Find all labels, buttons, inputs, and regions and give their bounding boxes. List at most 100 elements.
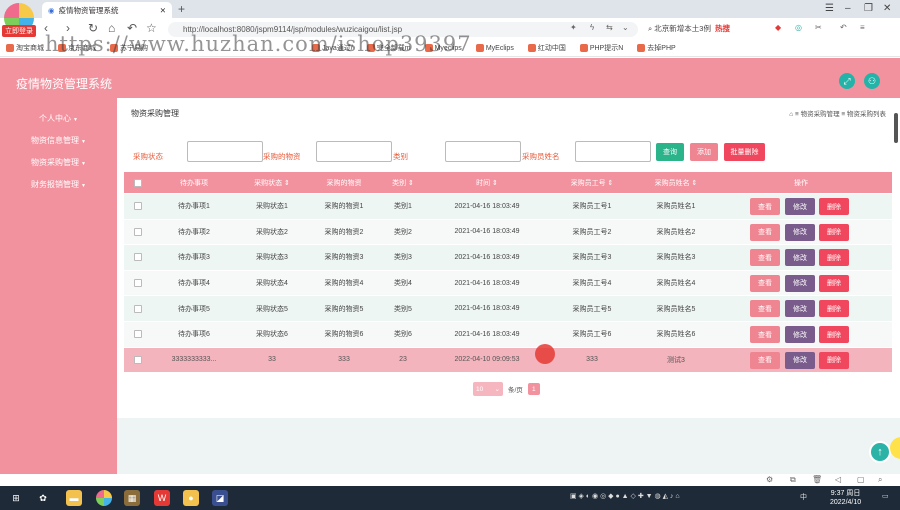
select-all-checkbox[interactable] xyxy=(132,172,144,193)
bookmark-item[interactable]: 淘宝商城 xyxy=(6,43,44,53)
view-button[interactable]: 查看 xyxy=(750,198,780,215)
view-button[interactable]: 查看 xyxy=(750,223,780,241)
delete-button[interactable]: 删除 xyxy=(819,274,849,292)
volume-icon[interactable]: ◁ xyxy=(835,475,841,484)
fullscreen-icon[interactable]: ⤢ xyxy=(839,73,855,89)
trash-icon[interactable]: 🗑 xyxy=(812,475,822,484)
status-filter-input[interactable] xyxy=(187,141,263,162)
sidebar-item-purchase[interactable]: 物资采购管理 ▼ xyxy=(0,157,117,168)
row-checkbox[interactable] xyxy=(132,194,144,219)
buyer-filter-input[interactable] xyxy=(575,141,651,162)
page-number[interactable]: 1 xyxy=(527,383,540,395)
edit-button[interactable]: 修改 xyxy=(785,274,815,292)
search-button[interactable]: 查询 xyxy=(656,143,684,161)
wps-icon[interactable]: W xyxy=(154,490,170,506)
game-icon[interactable]: ◆ xyxy=(775,23,781,32)
row-checkbox[interactable] xyxy=(132,322,144,347)
row-checkbox[interactable] xyxy=(132,348,144,373)
window-menu-icon[interactable]: ☰ xyxy=(825,3,834,14)
delete-button[interactable]: 删除 xyxy=(819,249,849,267)
edit-button[interactable]: 修改 xyxy=(785,249,815,267)
bookmark-item[interactable]: MyEclips xyxy=(475,44,514,52)
row-checkbox[interactable] xyxy=(132,220,144,245)
app-icon[interactable]: ● xyxy=(183,490,199,506)
app-title: 疫情物资管理系统 xyxy=(16,77,113,91)
user-icon[interactable]: ⚇ xyxy=(864,73,880,89)
search-input[interactable]: ⌕ 北京新增本土3例 热搜 xyxy=(648,21,768,37)
edit-button[interactable]: 修改 xyxy=(785,198,815,215)
zoom-icon[interactable]: ⌕ xyxy=(878,475,882,485)
view-button[interactable]: 查看 xyxy=(750,326,780,343)
edit-button[interactable]: 修改 xyxy=(785,300,815,318)
reader-icon[interactable]: ✦ xyxy=(570,23,577,32)
table-cell-category: 23 xyxy=(399,356,407,364)
bookmark-item[interactable]: 红动中国 xyxy=(527,43,566,53)
col-header[interactable]: 类别 ⇕ xyxy=(378,172,428,193)
window-icon[interactable]: ▢ xyxy=(857,475,865,484)
material-filter-input[interactable] xyxy=(316,141,392,162)
delete-button[interactable]: 删除 xyxy=(819,198,849,215)
settings-icon[interactable]: ⚙ xyxy=(766,475,773,484)
add-button[interactable]: 添加 xyxy=(690,143,718,161)
app-icon[interactable]: ✿ xyxy=(35,490,51,506)
close-window-icon[interactable]: ✕ xyxy=(883,3,891,14)
scissors-icon[interactable]: ✂ xyxy=(815,23,822,32)
row-checkbox[interactable] xyxy=(132,245,144,270)
row-checkbox[interactable] xyxy=(132,296,144,321)
app-icon[interactable]: ◪ xyxy=(212,490,228,506)
bookmark-icon xyxy=(475,44,484,52)
bookmark-item[interactable]: PHP提示N xyxy=(579,43,623,53)
windows-start-icon[interactable]: ⊞ xyxy=(8,490,24,506)
minimize-icon[interactable]: – xyxy=(845,3,851,14)
browser-tab[interactable]: ◉ 疫情物资管理系统 ✕ xyxy=(42,2,172,18)
col-header[interactable]: 采购员工号 ⇕ xyxy=(546,172,638,193)
col-header[interactable]: 采购状态 ⇕ xyxy=(234,172,310,193)
view-button[interactable]: 查看 xyxy=(750,274,780,292)
edit-button[interactable]: 修改 xyxy=(785,326,815,343)
scroll-top-icon[interactable]: ↑ xyxy=(869,441,891,463)
tray-icons[interactable]: ▣ ◈ ◐ ◉ ◎ ◆ ● ▲ ◇ ✚ ▼ ◍ ◭ ♪ ⌂ xyxy=(570,492,680,500)
col-header[interactable]: 待办事项 xyxy=(154,172,234,193)
view-button[interactable]: 查看 xyxy=(750,300,780,318)
clock[interactable]: 9:37 周日 2022/4/10 xyxy=(830,489,861,507)
folder-icon[interactable]: ▬ xyxy=(66,490,82,506)
table-cell-name: 测试3 xyxy=(667,356,685,364)
view-button[interactable]: 查看 xyxy=(750,249,780,267)
scrollbar[interactable] xyxy=(894,113,898,143)
delete-button[interactable]: 删除 xyxy=(819,326,849,343)
category-filter-input[interactable] xyxy=(445,141,521,162)
page-size-select[interactable]: 10 ⌄ xyxy=(473,382,503,396)
switch-icon[interactable]: ⇆ xyxy=(606,23,613,32)
col-header[interactable]: 采购的物资 xyxy=(310,172,378,193)
delete-button[interactable]: 删除 xyxy=(819,351,849,369)
edit-button[interactable]: 修改 xyxy=(785,223,815,241)
maximize-icon[interactable]: ❐ xyxy=(864,3,873,14)
lightning-icon[interactable]: ϟ xyxy=(590,23,594,32)
row-checkbox[interactable] xyxy=(132,271,144,296)
delete-button[interactable]: 删除 xyxy=(819,300,849,318)
col-header[interactable]: 时间 ⇕ xyxy=(428,172,546,193)
notification-icon[interactable]: ▭ xyxy=(882,492,889,500)
extension-icon[interactable]: ◎ xyxy=(795,23,802,32)
delete-button[interactable]: 删除 xyxy=(819,223,849,241)
login-badge[interactable]: 立即登录 xyxy=(2,25,36,37)
capture-icon[interactable]: ⧉ xyxy=(790,475,796,485)
edit-button[interactable]: 修改 xyxy=(785,351,815,369)
bookmark-item[interactable]: 去掉PHP xyxy=(637,43,676,53)
dropdown-icon[interactable]: ⌄ xyxy=(622,23,629,32)
menu-icon[interactable]: ≡ xyxy=(860,23,865,32)
chevron-down-icon: ⌄ xyxy=(494,386,500,393)
undo-close-icon[interactable]: ↶ xyxy=(840,23,847,32)
ime-indicator[interactable]: 中 xyxy=(800,492,807,502)
browser-taskbar-icon[interactable] xyxy=(96,490,112,506)
batch-delete-button[interactable]: 批量删除 xyxy=(724,143,765,161)
col-header[interactable]: 采购员姓名 ⇕ xyxy=(638,172,714,193)
sidebar-item-finance[interactable]: 财务报销管理 ▼ xyxy=(0,179,117,190)
sidebar-item-material-info[interactable]: 物资信息管理 ▼ xyxy=(0,135,117,146)
new-tab-icon[interactable]: + xyxy=(178,2,185,16)
table-row: 待办事项1 采购状态1 采购的物资1 类别1 2021-04-16 18:03:49 采购… xyxy=(124,193,892,219)
view-button[interactable]: 查看 xyxy=(750,351,780,369)
sidebar-item-profile[interactable]: 个人中心 ▼ xyxy=(0,113,117,124)
app-icon[interactable]: ▦ xyxy=(124,490,140,506)
tab-close-icon[interactable]: ✕ xyxy=(160,6,166,15)
